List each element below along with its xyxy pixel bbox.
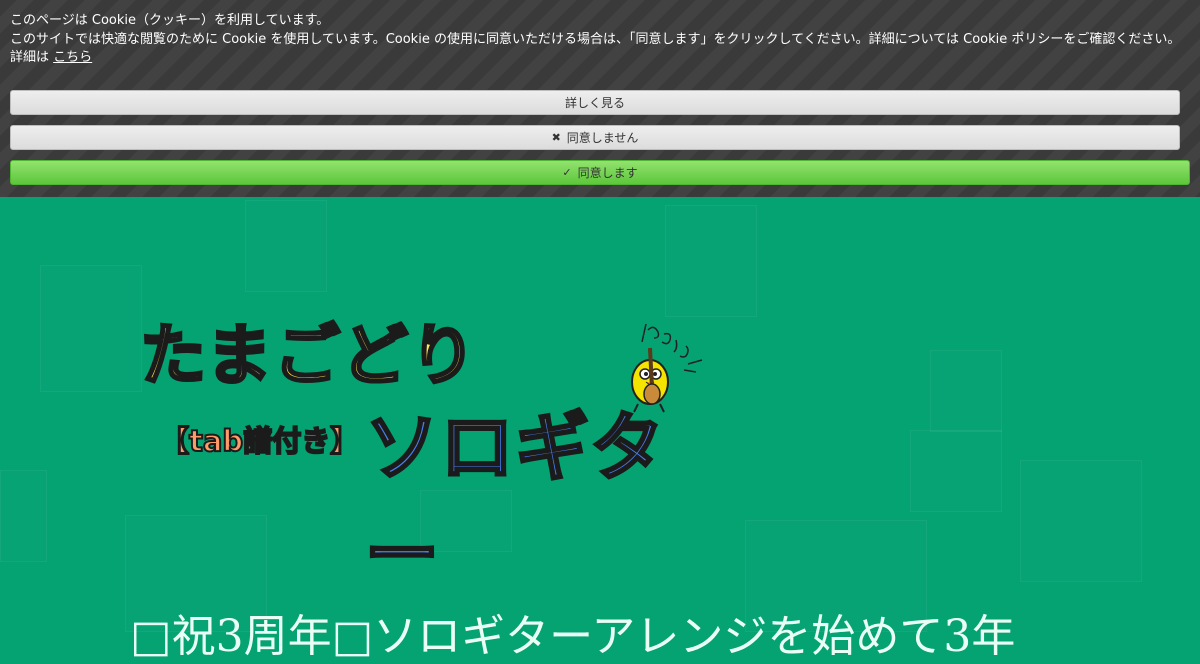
cookie-title: このページは Cookie（クッキー）を利用しています。 [10, 13, 330, 28]
cookie-details-link[interactable]: こちら [53, 50, 92, 65]
decline-button[interactable]: ✖ 同意しません [10, 125, 1180, 150]
cookie-description: このサイトでは快適な閲覧のために Cookie を使用しています。Cookie … [10, 31, 1181, 47]
accept-label: 同意します [577, 166, 638, 180]
mascot-chick-icon [631, 323, 703, 413]
site-logo[interactable]: たまごどり 【tab譜付き】 ソロギター [130, 300, 710, 600]
learn-more-button[interactable]: 詳しく見る [10, 90, 1180, 115]
cookie-message: このページは Cookie（クッキー）を利用しています。 このサイトでは快適な閲… [10, 12, 1180, 68]
decline-label: 同意しません [566, 131, 639, 145]
cookie-details-prefix: 詳細は [10, 50, 50, 65]
logo-tab-label: 【tab譜付き】 [159, 423, 360, 459]
logo-title-tamagodori: たまごどり [138, 316, 479, 396]
close-icon: ✖ [551, 131, 561, 144]
logo-title-sologuitar: ソロギター [364, 404, 666, 600]
accept-button[interactable]: ✓ 同意します [10, 160, 1190, 185]
check-icon: ✓ [562, 166, 572, 179]
post-headline[interactable]: □祝3周年□ソロギターアレンジを始めて3年 [130, 600, 1015, 664]
cookie-banner: このページは Cookie（クッキー）を利用しています。 このサイトでは快適な閲… [0, 0, 1200, 197]
cookie-details: 詳細は こちら [10, 49, 1180, 68]
learn-more-label: 詳しく見る [564, 96, 625, 110]
